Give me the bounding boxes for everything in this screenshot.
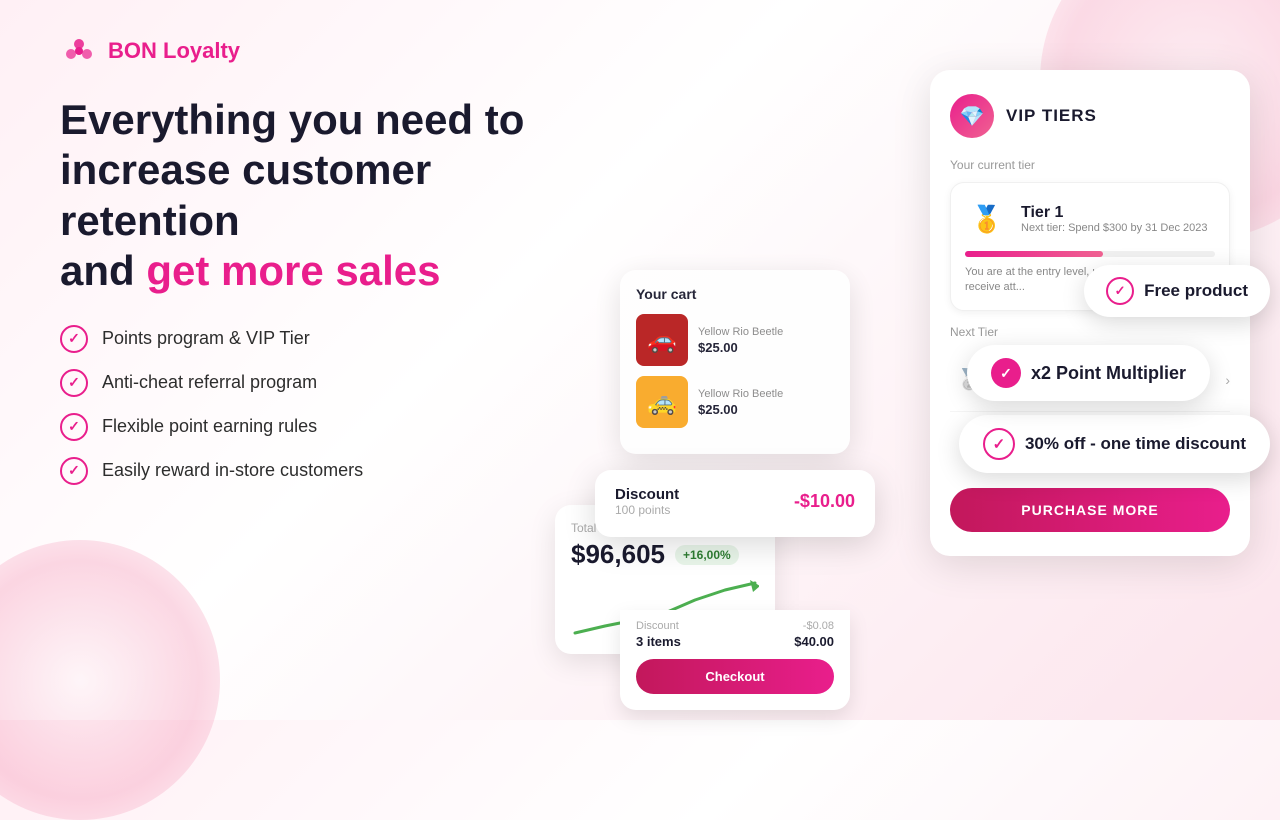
cart-item-1-details: Yellow Rio Beetle $25.00 <box>698 325 834 354</box>
cart-item-1-name: Yellow Rio Beetle <box>698 325 834 339</box>
discount-popup-row: Discount 100 points -$10.00 <box>615 486 855 517</box>
checkout-inner: Discount -$0.08 3 items $40.00 Checkout <box>620 610 850 710</box>
cart-item-2-name: Yellow Rio Beetle <box>698 387 834 401</box>
free-product-check-icon: ✓ <box>1106 277 1134 305</box>
headline-pink: get more sales <box>146 247 440 294</box>
check-icon-4: ✓ <box>60 457 88 485</box>
multiplier-badge: ✓ x2 Point Multiplier <box>967 345 1210 401</box>
features-list: ✓ Points program & VIP Tier ✓ Anti-cheat… <box>60 325 620 485</box>
feature-label-1: Points program & VIP Tier <box>102 328 310 349</box>
vip-panel-header: 💎 VIP TIERS <box>950 94 1230 138</box>
feature-item-4: ✓ Easily reward in-store customers <box>60 457 620 485</box>
logo-area: BON Loyalty <box>60 32 240 70</box>
discount-popup-amount: -$10.00 <box>794 491 855 512</box>
tier1-top: 🥇 Tier 1 Next tier: Spend $300 by 31 Dec… <box>965 197 1215 241</box>
check-icon-3: ✓ <box>60 413 88 441</box>
feature-item-1: ✓ Points program & VIP Tier <box>60 325 620 353</box>
tier1-name: Tier 1 <box>1021 204 1208 222</box>
check-icon-2: ✓ <box>60 369 88 397</box>
cart-item-2-image: 🚕 <box>636 376 688 428</box>
cart-item-1-price: $25.00 <box>698 340 834 355</box>
checkout-total-val: $40.00 <box>794 634 834 649</box>
vip-icon: 💎 <box>950 94 994 138</box>
tier1-info: Tier 1 Next tier: Spend $300 by 31 Dec 2… <box>1021 204 1208 234</box>
multiplier-check-icon: ✓ <box>991 358 1021 388</box>
revenue-badge: +16,00% <box>675 545 739 565</box>
panels-area: 💎 VIP TIERS Your current tier 🥇 Tier 1 N… <box>540 50 1260 690</box>
discount-popup-sub: 100 points <box>615 503 679 517</box>
multiplier-text: x2 Point Multiplier <box>1031 363 1186 384</box>
cart-item-2-details: Yellow Rio Beetle $25.00 <box>698 387 834 416</box>
checkout-total-items: 3 items <box>636 634 681 649</box>
hero-headline: Everything you need to increase customer… <box>60 95 620 297</box>
revenue-amount: $96,605 <box>571 539 665 570</box>
discount-text: 30% off - one time discount <box>1025 434 1246 454</box>
checkout-button[interactable]: Checkout <box>636 659 834 694</box>
discount-check-icon: ✓ <box>983 428 1015 460</box>
logo-text: BON Loyalty <box>108 38 240 64</box>
left-content: Everything you need to increase customer… <box>60 95 620 485</box>
revenue-row: $96,605 +16,00% <box>571 539 759 570</box>
feature-item-3: ✓ Flexible point earning rules <box>60 413 620 441</box>
tier1-badge-icon: 🥇 <box>965 197 1009 241</box>
cart-item-2-price: $25.00 <box>698 402 834 417</box>
tier2-chevron-icon: › <box>1225 372 1230 388</box>
checkout-area: Discount -$0.08 3 items $40.00 Checkout <box>620 610 850 710</box>
bon-loyalty-logo-icon <box>60 32 98 70</box>
current-tier-label: Your current tier <box>950 158 1230 172</box>
checkout-total-line: 3 items $40.00 <box>636 634 834 649</box>
purchase-more-button[interactable]: PURCHASE MORE <box>950 488 1230 532</box>
discount-popup: Discount 100 points -$10.00 <box>595 470 875 537</box>
feature-label-4: Easily reward in-store customers <box>102 460 363 481</box>
free-product-badge: ✓ Free product <box>1084 265 1270 317</box>
tier1-progress-bar-bg <box>965 251 1215 257</box>
checkout-discount-line: Discount -$0.08 <box>636 620 834 632</box>
cart-item-1-image: 🚗 <box>636 314 688 366</box>
discount-badge: ✓ 30% off - one time discount <box>959 415 1270 473</box>
next-tier-label: Next Tier <box>950 325 1230 339</box>
headline-line3: and <box>60 247 146 294</box>
discount-popup-label: Discount <box>615 486 679 503</box>
vip-title: VIP TIERS <box>1006 106 1097 126</box>
cart-panel: Your cart 🚗 Yellow Rio Beetle $25.00 🚕 Y… <box>620 270 850 454</box>
headline-line2: increase customer retention <box>60 146 431 243</box>
tier1-progress-bar-fill <box>965 251 1103 257</box>
bg-decoration-bottom <box>0 540 220 820</box>
checkout-discount-val: -$0.08 <box>803 620 834 632</box>
check-icon-1: ✓ <box>60 325 88 353</box>
feature-label-2: Anti-cheat referral program <box>102 372 317 393</box>
feature-item-2: ✓ Anti-cheat referral program <box>60 369 620 397</box>
cart-title: Your cart <box>636 286 834 302</box>
free-product-text: Free product <box>1144 281 1248 301</box>
cart-item-1: 🚗 Yellow Rio Beetle $25.00 <box>636 314 834 366</box>
tier1-subtitle: Next tier: Spend $300 by 31 Dec 2023 <box>1021 222 1208 234</box>
headline-line1: Everything you need to <box>60 96 524 143</box>
checkout-discount-label: Discount <box>636 620 679 632</box>
cart-item-2: 🚕 Yellow Rio Beetle $25.00 <box>636 376 834 428</box>
feature-label-3: Flexible point earning rules <box>102 416 317 437</box>
